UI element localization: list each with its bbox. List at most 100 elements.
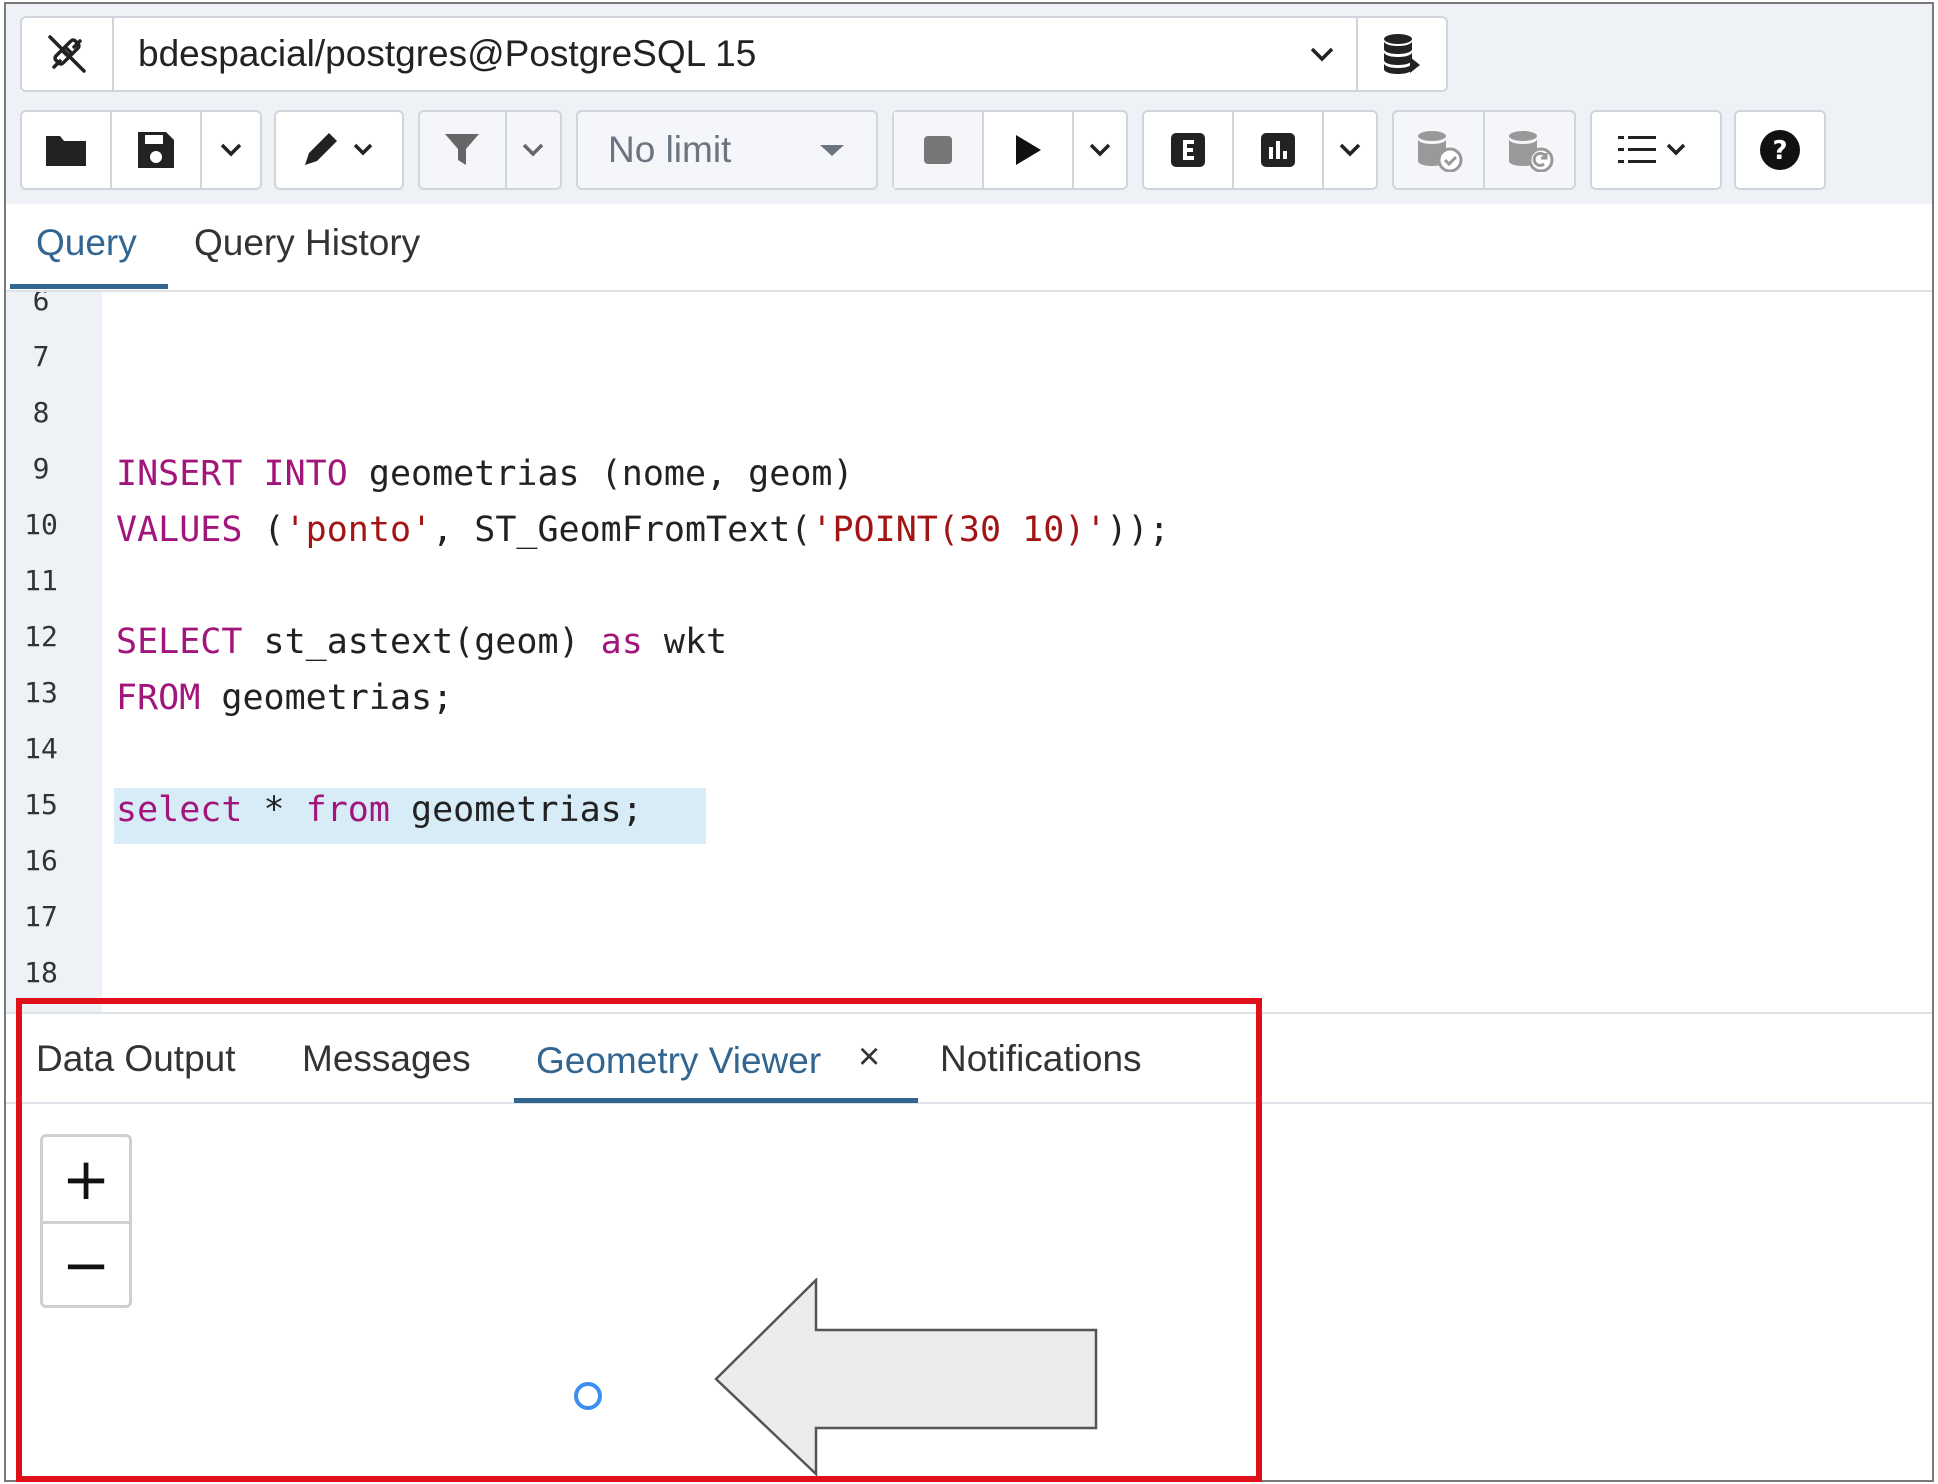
code-line-15[interactable]: select * from geometrias; xyxy=(116,790,643,830)
sql-keyword: from xyxy=(305,790,390,830)
sql-keyword: as xyxy=(600,622,643,662)
chevron-down-icon xyxy=(523,143,544,157)
close-icon[interactable]: × xyxy=(858,1036,880,1079)
row-limit-select[interactable]: No limit xyxy=(576,110,878,190)
sql-keyword: SELECT xyxy=(116,622,243,662)
sql-text: )); xyxy=(1106,510,1170,550)
sql-keyword: FROM xyxy=(116,678,201,718)
active-tab-indicator xyxy=(10,284,168,289)
sql-text: wkt xyxy=(642,622,728,662)
line-number: 8 xyxy=(32,396,50,429)
macros-button[interactable] xyxy=(1592,112,1720,188)
tab-data-output[interactable]: Data Output xyxy=(36,1038,236,1080)
edit-pen-icon xyxy=(305,133,373,165)
explain-button[interactable] xyxy=(1144,112,1234,188)
connection-title[interactable]: bdespacial/postgres@PostgreSQL 15 xyxy=(114,18,1288,90)
rollback-icon xyxy=(1508,131,1553,172)
save-button[interactable] xyxy=(112,112,202,188)
list-icon xyxy=(1618,136,1686,163)
connection-selector[interactable]: bdespacial/postgres@PostgreSQL 15 xyxy=(20,16,1448,92)
main-toolbar: No limit ? xyxy=(20,110,1920,192)
save-icon xyxy=(138,132,174,168)
sql-text: ( xyxy=(242,510,285,550)
caret-down-icon xyxy=(820,145,844,156)
explain-analyze-button[interactable] xyxy=(1234,112,1324,188)
filter-group xyxy=(418,110,562,190)
line-number: 9 xyxy=(32,452,50,485)
line-number-gutter: 6 7 8 9 10 11 12 13 14 15 16 17 18 xyxy=(6,292,102,1012)
row-limit-label: No limit xyxy=(608,129,732,170)
explain-options-button[interactable] xyxy=(1324,112,1376,188)
commit-icon xyxy=(1417,131,1462,172)
tab-query[interactable]: Query xyxy=(36,222,137,264)
zoom-out-button[interactable]: − xyxy=(43,1221,129,1305)
sql-text: geometrias; xyxy=(389,790,643,830)
line-number: 16 xyxy=(24,844,58,877)
database-icon[interactable] xyxy=(1358,18,1446,90)
filter-button[interactable] xyxy=(420,112,507,188)
line-number: 6 xyxy=(32,292,50,317)
query-tool-window: bdespacial/postgres@PostgreSQL 15 No lim… xyxy=(4,2,1934,1482)
tab-messages[interactable]: Messages xyxy=(302,1038,471,1080)
tab-notifications[interactable]: Notifications xyxy=(940,1038,1142,1080)
edit-group xyxy=(274,110,404,190)
code-line-12[interactable]: SELECT st_astext(geom) as wkt xyxy=(116,622,727,662)
query-tabs: Query Query History xyxy=(6,204,1932,292)
sql-text: st_astext(geom) xyxy=(242,622,601,662)
line-number: 13 xyxy=(24,676,58,709)
help-icon: ? xyxy=(1760,130,1800,170)
macros-group xyxy=(1590,110,1722,190)
help-group: ? xyxy=(1734,110,1826,190)
execute-button[interactable] xyxy=(984,112,1074,188)
sql-text: , ST_GeomFromText( xyxy=(432,510,812,550)
code-line-13[interactable]: FROM geometrias; xyxy=(116,678,453,718)
sql-editor[interactable]: 6 7 8 9 10 11 12 13 14 15 16 17 18 INSER… xyxy=(6,292,1932,1012)
sql-keyword: VALUES xyxy=(116,510,243,550)
tab-geometry-viewer[interactable]: Geometry Viewer xyxy=(536,1040,821,1082)
rollback-button[interactable] xyxy=(1485,112,1574,188)
chevron-down-icon xyxy=(220,143,242,157)
sql-text: geometrias (nome, geom) xyxy=(347,454,854,494)
sql-text: geometrias; xyxy=(200,678,454,718)
execute-options-button[interactable] xyxy=(1074,112,1126,188)
active-tab-indicator xyxy=(514,1098,918,1103)
line-number: 18 xyxy=(24,956,58,989)
sql-keyword: INSERT xyxy=(116,454,243,494)
line-number: 12 xyxy=(24,620,58,653)
help-button[interactable]: ? xyxy=(1736,112,1824,188)
sql-keyword: INTO xyxy=(263,454,348,494)
arrow-left-icon xyxy=(714,1278,1098,1476)
chevron-down-icon xyxy=(1089,143,1111,157)
stop-button[interactable] xyxy=(894,112,984,188)
zoom-in-button[interactable]: + xyxy=(43,1137,129,1221)
plug-disconnected-icon[interactable] xyxy=(22,18,114,90)
line-number: 7 xyxy=(32,340,50,373)
sql-string: 'POINT(30 10)' xyxy=(811,510,1107,550)
open-file-button[interactable] xyxy=(22,112,112,188)
toolbar-area: bdespacial/postgres@PostgreSQL 15 No lim… xyxy=(6,4,1932,204)
chevron-down-icon[interactable] xyxy=(1288,18,1358,90)
save-options-button[interactable] xyxy=(202,112,260,188)
file-group xyxy=(20,110,262,190)
tab-query-history[interactable]: Query History xyxy=(194,222,420,264)
chevron-down-icon xyxy=(1339,143,1361,157)
explain-icon xyxy=(1171,133,1205,167)
commit-button[interactable] xyxy=(1394,112,1485,188)
line-number: 14 xyxy=(24,732,58,765)
edit-button[interactable] xyxy=(276,112,402,188)
chart-icon xyxy=(1261,133,1295,167)
line-number: 10 xyxy=(24,508,58,541)
filter-options-button[interactable] xyxy=(507,112,560,188)
point-marker[interactable] xyxy=(574,1382,602,1410)
transaction-group xyxy=(1392,110,1576,190)
svg-text:?: ? xyxy=(1772,136,1787,166)
code-line-10[interactable]: VALUES ('ponto', ST_GeomFromText('POINT(… xyxy=(116,510,1170,550)
sql-keyword: select xyxy=(116,790,243,830)
play-icon xyxy=(1016,135,1041,165)
zoom-control: + − xyxy=(40,1134,132,1308)
stop-icon xyxy=(924,136,952,164)
line-number: 11 xyxy=(24,564,58,597)
code-line-9[interactable]: INSERT INTO geometrias (nome, geom) xyxy=(116,454,854,494)
sql-string: 'ponto' xyxy=(284,510,433,550)
sql-text: * xyxy=(242,790,306,830)
